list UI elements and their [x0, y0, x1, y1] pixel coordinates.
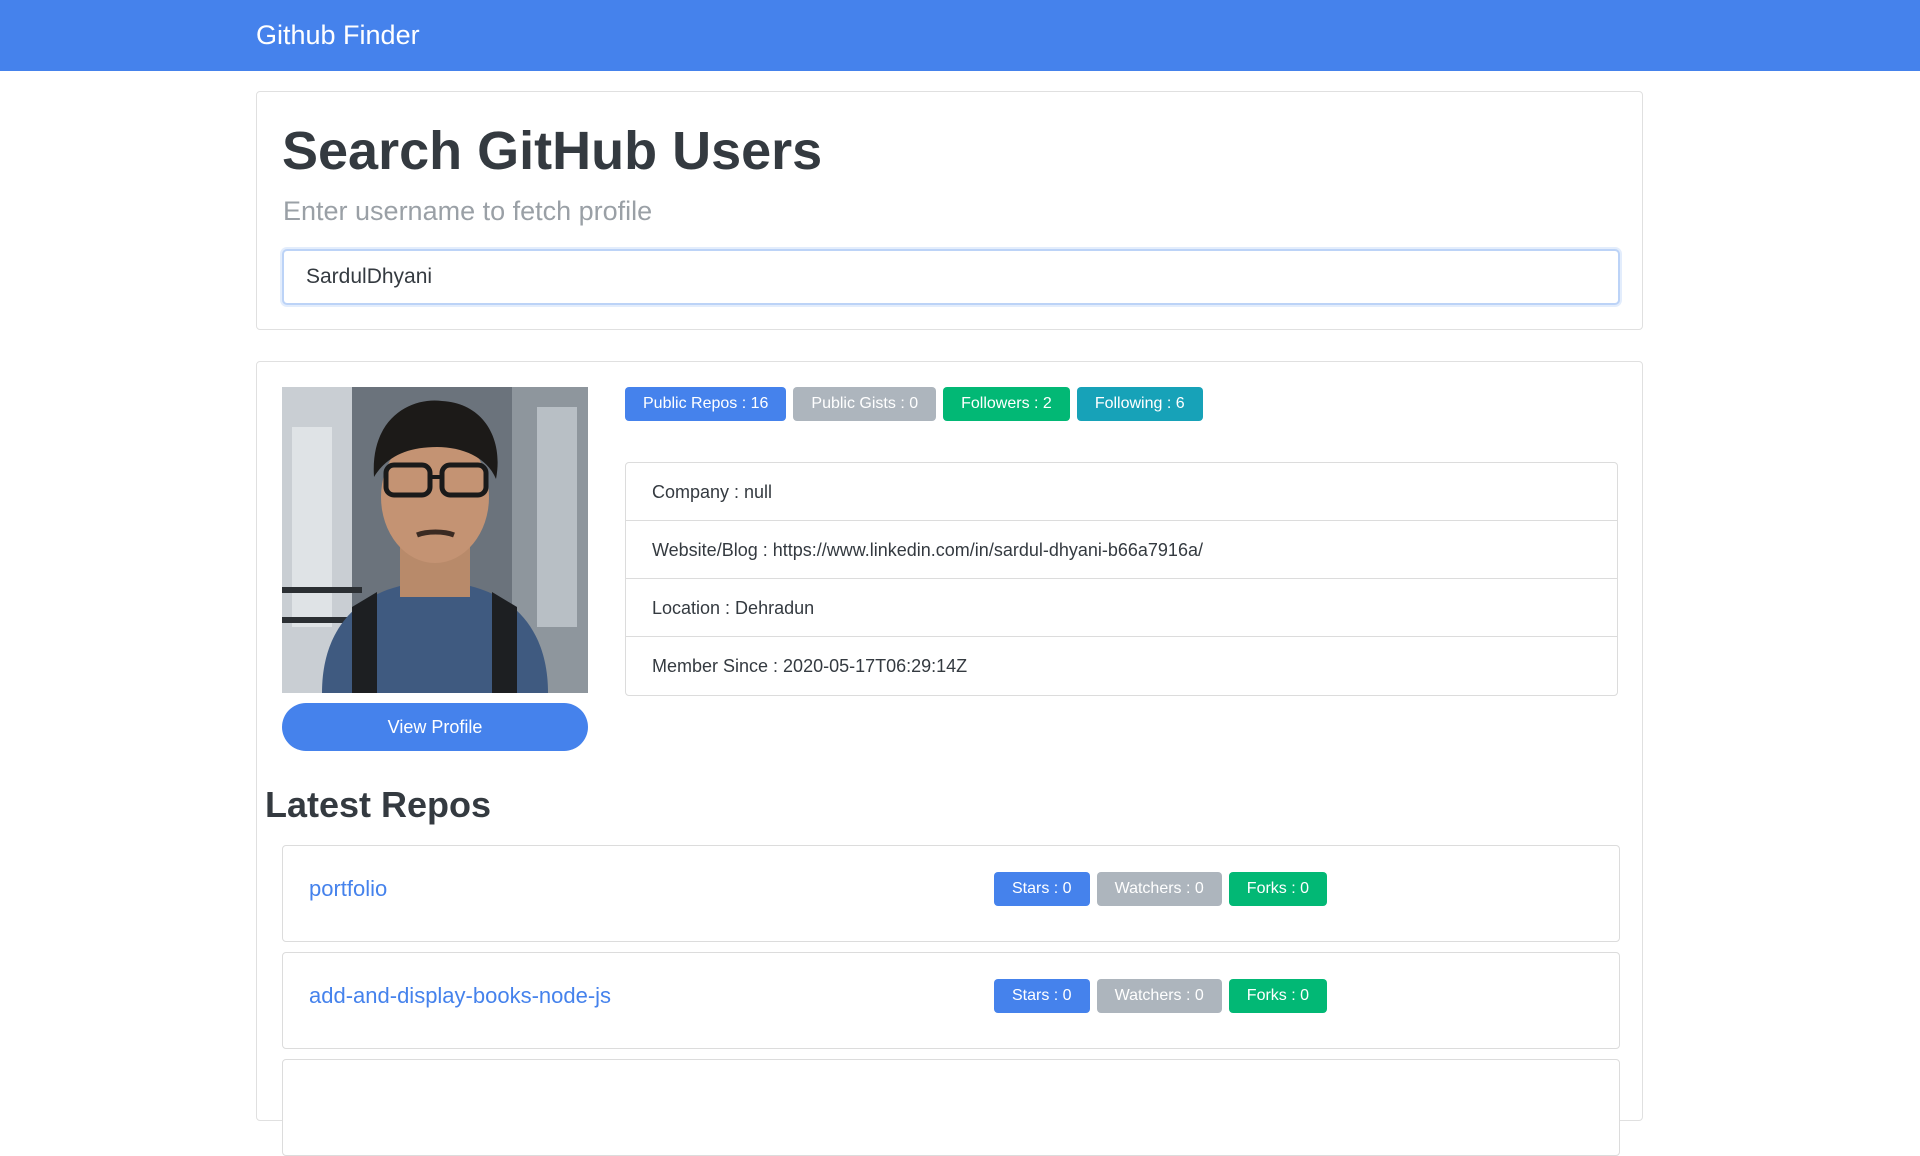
- public-repos-badge: Public Repos : 16: [625, 387, 787, 421]
- watchers-badge: Watchers : 0: [1096, 979, 1222, 1013]
- brand-link[interactable]: Github Finder: [256, 20, 420, 51]
- search-card: Search GitHub Users Enter username to fe…: [256, 91, 1643, 330]
- repo-card: portfolio Stars : 0 Watchers : 0 Forks :…: [282, 845, 1620, 942]
- stars-badge: Stars : 0: [994, 979, 1090, 1013]
- following-badge: Following : 6: [1076, 387, 1203, 421]
- location-item: Location : Dehradun: [626, 579, 1617, 637]
- profile-card: View Profile Public Repos : 16 Public Gi…: [256, 361, 1643, 1156]
- repo-link[interactable]: portfolio: [309, 876, 387, 902]
- repo-badges: Stars : 0 Watchers : 0 Forks : 0: [994, 979, 1328, 1013]
- watchers-badge: Watchers : 0: [1096, 872, 1222, 906]
- profile-stats-badges: Public Repos : 16 Public Gists : 0 Follo…: [625, 387, 1203, 421]
- search-input[interactable]: [282, 249, 1620, 305]
- member-since-item: Member Since : 2020-05-17T06:29:14Z: [652, 656, 968, 676]
- profile-info-list: Company : null Website/Blog : https://ww…: [625, 462, 1618, 696]
- followers-badge: Followers : 2: [943, 387, 1070, 421]
- repo-card: [282, 1059, 1620, 1156]
- page-title: Search GitHub Users: [282, 121, 823, 181]
- public-gists-badge: Public Gists : 0: [793, 387, 937, 421]
- repo-badges: Stars : 0 Watchers : 0 Forks : 0: [994, 872, 1328, 906]
- forks-badge: Forks : 0: [1228, 872, 1328, 906]
- view-profile-button[interactable]: View Profile: [282, 703, 588, 751]
- search-subtitle: Enter username to fetch profile: [283, 196, 653, 226]
- avatar: [282, 387, 588, 693]
- stars-badge: Stars : 0: [994, 872, 1090, 906]
- company-item: Company : null: [626, 463, 1617, 521]
- repo-link[interactable]: add-and-display-books-node-js: [309, 983, 611, 1009]
- navbar: Github Finder: [0, 0, 1920, 71]
- forks-badge: Forks : 0: [1228, 979, 1328, 1013]
- website-item: Website/Blog : https://www.linkedin.com/…: [626, 521, 1617, 579]
- latest-repos-heading: Latest Repos: [265, 784, 492, 825]
- repo-card: add-and-display-books-node-js Stars : 0 …: [282, 952, 1620, 1049]
